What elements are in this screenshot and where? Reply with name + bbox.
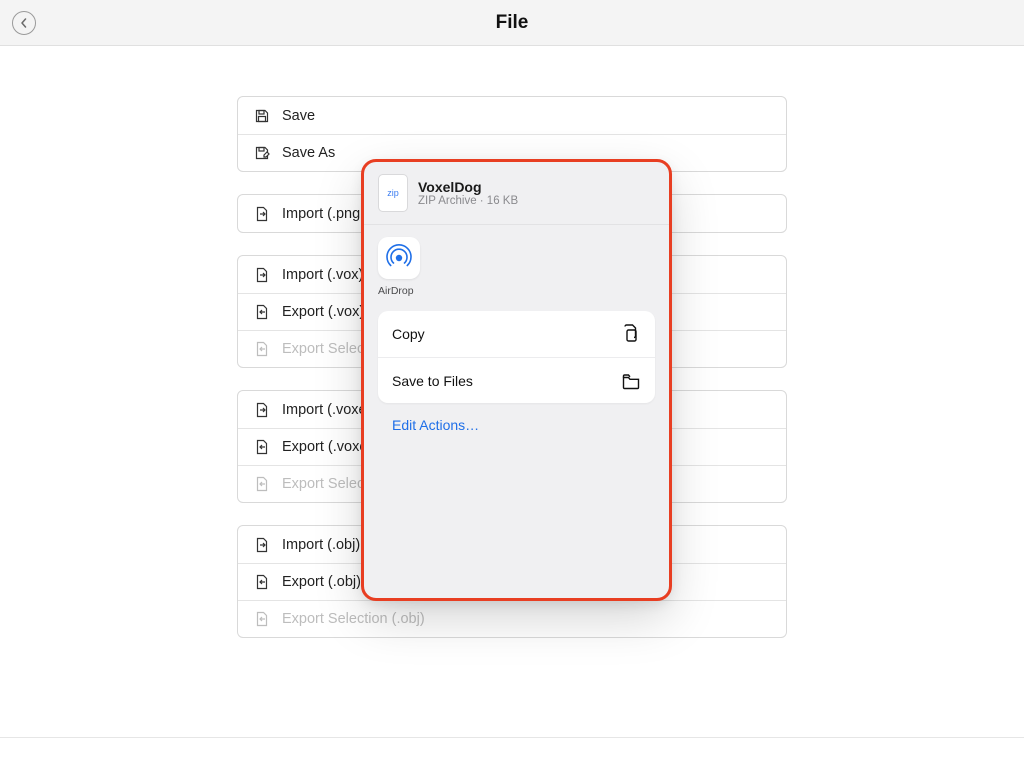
menu-item-label: Export (.voxel) <box>282 439 375 455</box>
menu-item-label: Export (.vox) <box>282 304 364 320</box>
airdrop-button[interactable]: AirDrop <box>378 237 655 297</box>
export-icon <box>254 304 270 320</box>
share-action-label: Copy <box>392 326 425 342</box>
menu-item[interactable]: Save <box>238 97 786 134</box>
menu-item-label: Import (.obj) <box>282 537 360 553</box>
share-file-header: zip VoxelDog ZIP Archive · 16 KB <box>364 162 669 225</box>
share-actions: Copy Save to Files <box>378 311 655 403</box>
import-icon <box>254 206 270 222</box>
airdrop-label: AirDrop <box>378 285 414 297</box>
export-icon <box>254 439 270 455</box>
share-sheet: zip VoxelDog ZIP Archive · 16 KB A <box>364 162 669 598</box>
share-file-meta: ZIP Archive · 16 KB <box>418 195 518 207</box>
share-file-name: VoxelDog <box>418 179 518 195</box>
saveas-icon <box>254 145 270 161</box>
import-icon <box>254 537 270 553</box>
menu-item-label: Save As <box>282 145 335 161</box>
share-body: AirDrop Copy Save to Files Edit Actions… <box>364 225 669 598</box>
export-icon <box>254 341 270 357</box>
share-action-label: Save to Files <box>392 373 473 389</box>
menu-item-label: Import (.vox) <box>282 267 363 283</box>
edit-actions-button[interactable]: Edit Actions… <box>378 403 655 433</box>
content-area: SaveSave AsImport (.png, .jpg)Import (.v… <box>0 46 1024 768</box>
menu-item-label: Export Selection (.obj) <box>282 611 425 627</box>
folder-icon <box>621 371 641 391</box>
menu-group: Save Save As <box>237 96 787 172</box>
share-file-text: VoxelDog ZIP Archive · 16 KB <box>418 179 518 207</box>
import-icon <box>254 402 270 418</box>
menu-item-label: Import (.voxel) <box>282 402 375 418</box>
page-title: File <box>496 12 529 34</box>
export-icon <box>254 611 270 627</box>
export-icon <box>254 574 270 590</box>
export-icon <box>254 476 270 492</box>
header: File <box>0 0 1024 46</box>
airdrop-icon <box>378 237 420 279</box>
chevron-left-icon <box>19 18 29 28</box>
import-icon <box>254 267 270 283</box>
share-action-copy[interactable]: Copy <box>378 311 655 357</box>
menu-item-label: Save <box>282 108 315 124</box>
copy-icon <box>621 324 641 344</box>
bottom-divider <box>0 737 1024 738</box>
share-action-folder[interactable]: Save to Files <box>378 357 655 403</box>
menu-item: Export Selection (.obj) <box>238 600 786 637</box>
zip-file-icon: zip <box>378 174 408 212</box>
save-icon <box>254 108 270 124</box>
back-button[interactable] <box>12 11 36 35</box>
menu-item-label: Export (.obj) <box>282 574 361 590</box>
